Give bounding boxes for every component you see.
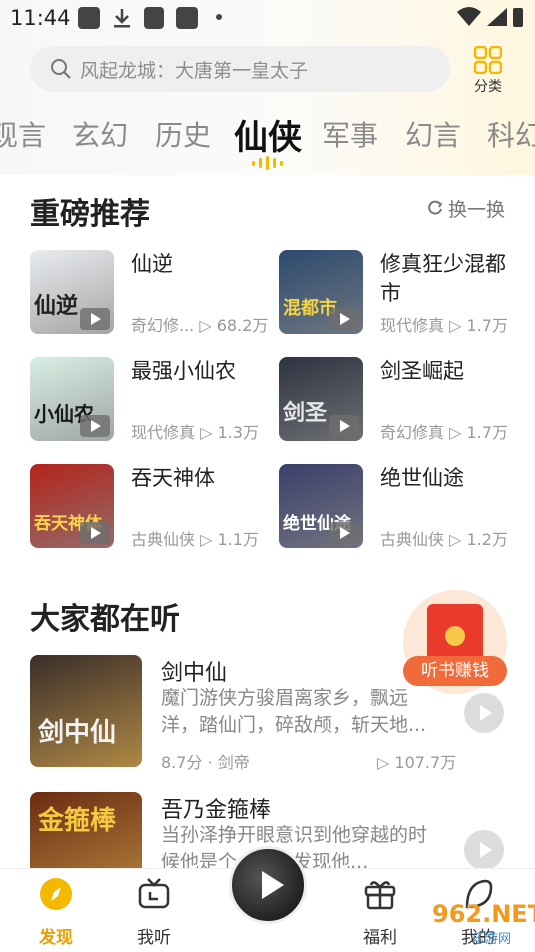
- tab-xianxia[interactable]: 仙侠: [234, 110, 302, 159]
- book-meta: 奇幻修真 ▷ 1.7万: [380, 423, 508, 442]
- envelope-label: 听书赚钱: [403, 656, 507, 686]
- play-icon[interactable]: [329, 522, 359, 544]
- play-icon[interactable]: [329, 415, 359, 437]
- watermark-sub: 乐游网: [472, 932, 512, 947]
- section-title-recommend: 重磅推荐: [30, 197, 150, 232]
- category-button[interactable]: 分类: [466, 44, 510, 100]
- site-watermark: 962.NET 乐游网: [402, 900, 535, 948]
- book-title[interactable]: 最强小仙农: [131, 357, 261, 386]
- channel-tabs: 现言 玄幻 历史 仙侠 军事 幻言 科幻: [0, 108, 535, 170]
- active-tab-indicator: [252, 156, 283, 170]
- book-cover[interactable]: 小仙农: [30, 357, 114, 441]
- play-icon[interactable]: [329, 308, 359, 330]
- cover-title: 仙逆: [34, 293, 79, 319]
- book-title[interactable]: 吞天神体: [131, 464, 261, 493]
- book-cover[interactable]: 吞天神体: [30, 464, 114, 548]
- book-title[interactable]: 仙逆: [131, 250, 261, 279]
- tab-junshi[interactable]: 军事: [322, 114, 378, 154]
- book-card[interactable]: 小仙农 最强小仙农 现代修真 ▷ 1.3万: [30, 357, 260, 449]
- book-meta: 古典仙侠 ▷ 1.2万: [380, 530, 508, 549]
- gift-icon: [364, 881, 396, 910]
- book-cover[interactable]: 剑圣: [279, 357, 363, 441]
- book-title[interactable]: 绝世仙途: [380, 464, 510, 493]
- book-card[interactable]: 混都市 修真狂少混都市 现代修真 ▷ 1.7万: [279, 250, 509, 342]
- book-description: 魔门游侠方骏眉离家乡，飘远洋，踏仙门，碎敌颅，斩天地...: [161, 687, 427, 736]
- book-cover[interactable]: 仙逆: [30, 250, 114, 334]
- book-meta: 古典仙侠 ▷ 1.1万: [131, 530, 259, 549]
- section-title-listening: 大家都在听: [30, 602, 180, 637]
- watermark-text: 962.NET: [432, 900, 535, 928]
- nav-label: 我听: [137, 928, 171, 948]
- book-cover[interactable]: 绝世仙途: [279, 464, 363, 548]
- compass-icon: [40, 878, 72, 910]
- tv-icon: [138, 878, 170, 909]
- grid-icon: [474, 46, 502, 74]
- font-app-icon: [144, 7, 164, 29]
- book-card[interactable]: 绝世仙途 绝世仙途 古典仙侠 ▷ 1.2万: [279, 464, 509, 556]
- cover-title: 剑中仙: [38, 718, 117, 748]
- book-meta: 现代修真 ▷ 1.3万: [131, 423, 259, 442]
- status-time: 11:44: [10, 6, 71, 30]
- status-right-icons: [457, 7, 523, 27]
- book-title[interactable]: 剑圣崛起: [380, 357, 510, 386]
- tab-xuanhuan[interactable]: 玄幻: [72, 114, 128, 154]
- coin-icon: [445, 626, 465, 646]
- play-button[interactable]: [464, 693, 504, 733]
- download-icon: [114, 9, 130, 28]
- tab-lishi[interactable]: 历史: [155, 114, 211, 154]
- cover-title: 金箍棒: [38, 806, 117, 836]
- refresh-label: 换一换: [448, 199, 506, 221]
- tab-xianyan[interactable]: 现言: [0, 114, 46, 154]
- tab-kehuan[interactable]: 科幻: [487, 114, 535, 154]
- play-icon[interactable]: [80, 415, 110, 437]
- nav-label: 发现: [39, 928, 73, 948]
- book-card[interactable]: 剑圣 剑圣崛起 奇幻修真 ▷ 1.7万: [279, 357, 509, 449]
- book-plays: ▷ 107.7万: [377, 753, 457, 772]
- book-title[interactable]: 修真狂少混都市: [380, 250, 510, 308]
- more-notifications-dot: [216, 14, 222, 20]
- book-card[interactable]: 吞天神体 吞天神体 古典仙侠 ▷ 1.1万: [30, 464, 260, 556]
- book-title[interactable]: 吾乃金箍棒: [161, 792, 271, 824]
- play-button[interactable]: [464, 830, 504, 870]
- book-cover[interactable]: 混都市: [279, 250, 363, 334]
- play-icon[interactable]: [80, 308, 110, 330]
- book-rating-author: 8.7分 · 剑帝: [161, 753, 250, 772]
- wifi-icon: [457, 7, 481, 26]
- signal-icon: [487, 8, 507, 26]
- category-label: 分类: [474, 79, 502, 95]
- refresh-icon: [428, 200, 443, 215]
- book-title[interactable]: 剑中仙: [161, 655, 227, 687]
- notification-app-icon: [176, 7, 198, 29]
- status-bar: 11:44: [0, 0, 535, 36]
- search-placeholder: 风起龙城：大唐第一皇太子: [80, 60, 309, 82]
- cover-title: 剑圣: [283, 400, 328, 426]
- book-meta: 奇幻修... ▷ 68.2万: [131, 316, 269, 335]
- notification-app-icon: [78, 7, 100, 29]
- book-card[interactable]: 仙逆 仙逆 奇幻修... ▷ 68.2万: [30, 250, 268, 342]
- nav-label: 福利: [363, 928, 397, 948]
- book-meta: 现代修真 ▷ 1.7万: [380, 316, 508, 335]
- tab-huanyan[interactable]: 幻言: [405, 114, 461, 154]
- play-icon[interactable]: [80, 522, 110, 544]
- battery-icon: [513, 8, 523, 27]
- book-cover[interactable]: 剑中仙: [30, 655, 142, 767]
- center-player-button[interactable]: [229, 846, 307, 924]
- search-bar[interactable]: 风起龙城：大唐第一皇太子: [30, 46, 450, 92]
- search-icon: [51, 59, 71, 79]
- listen-earn-envelope[interactable]: 听书赚钱: [403, 590, 507, 694]
